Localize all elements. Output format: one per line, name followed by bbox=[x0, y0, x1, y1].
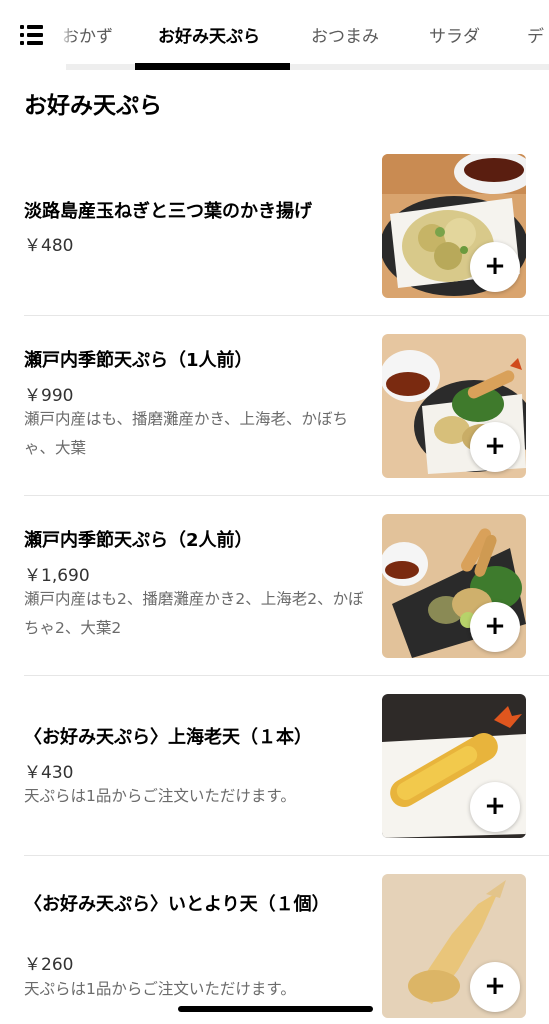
tab-okonomi-tempura[interactable]: お好み天ぷら bbox=[158, 22, 260, 47]
menu-item-kakiage[interactable]: 淡路島産玉ねぎと三つ葉のかき揚げ ￥480 + bbox=[0, 136, 549, 316]
item-name: 〈お好み天ぷら〉いとより天（１個） bbox=[24, 894, 330, 915]
add-to-cart-button[interactable]: + bbox=[470, 422, 520, 472]
item-price: ￥990 bbox=[24, 386, 74, 406]
plus-icon: + bbox=[484, 431, 506, 461]
active-tab-indicator bbox=[135, 63, 290, 70]
add-to-cart-button[interactable]: + bbox=[470, 962, 520, 1012]
item-description: 天ぷらは1品からご注文いただけます。 bbox=[24, 787, 296, 805]
menu-item-seto-tempura-1[interactable]: 瀬戸内季節天ぷら（1人前） ￥990 瀬戸内産はも、播磨灘産かき、上海老、かぼち… bbox=[0, 316, 549, 496]
category-tab-bar: おかず お好み天ぷら おつまみ サラダ デ bbox=[0, 0, 549, 70]
item-name: 〈お好み天ぷら〉上海老天（１本） bbox=[24, 727, 312, 748]
section-title: お好み天ぷら bbox=[24, 93, 162, 119]
tab-fade bbox=[60, 15, 74, 55]
tab-otsumami[interactable]: おつまみ bbox=[311, 22, 379, 47]
menu-item-ebi-ten[interactable]: 〈お好み天ぷら〉上海老天（１本） ￥430 天ぷらは1品からご注文いただけます。… bbox=[0, 676, 549, 856]
item-description: 瀬戸内産はも、播磨灘産かき、上海老、かぼちゃ、大葉 bbox=[24, 410, 348, 457]
plus-icon: + bbox=[484, 611, 506, 641]
add-to-cart-button[interactable]: + bbox=[470, 602, 520, 652]
plus-icon: + bbox=[484, 251, 506, 281]
add-to-cart-button[interactable]: + bbox=[470, 242, 520, 292]
home-indicator[interactable] bbox=[178, 1006, 373, 1012]
add-to-cart-button[interactable]: + bbox=[470, 782, 520, 832]
item-price: ￥480 bbox=[24, 236, 74, 256]
tab-dessert[interactable]: デ bbox=[527, 22, 544, 47]
item-description: 天ぷらは1品からご注文いただけます。 bbox=[24, 980, 296, 998]
category-list-icon[interactable] bbox=[20, 24, 46, 46]
item-name: 瀬戸内季節天ぷら（2人前） bbox=[24, 530, 253, 551]
item-price: ￥1,690 bbox=[24, 566, 90, 586]
menu-item-seto-tempura-2[interactable]: 瀬戸内季節天ぷら（2人前） ￥1,690 瀬戸内産はも2、播磨灘産かき2、上海老… bbox=[0, 496, 549, 676]
item-price: ￥430 bbox=[24, 763, 74, 783]
item-name: 瀬戸内季節天ぷら（1人前） bbox=[24, 350, 253, 371]
item-name: 淡路島産玉ねぎと三つ葉のかき揚げ bbox=[24, 201, 312, 222]
plus-icon: + bbox=[484, 791, 506, 821]
menu-item-itoyori-ten[interactable]: 〈お好み天ぷら〉いとより天（１個） ￥260 天ぷらは1品からご注文いただけます… bbox=[0, 856, 549, 1024]
item-price: ￥260 bbox=[24, 955, 74, 975]
plus-icon: + bbox=[484, 971, 506, 1001]
item-description: 瀬戸内産はも2、播磨灘産かき2、上海老2、かぼちゃ2、大葉2 bbox=[24, 590, 364, 637]
tab-salad[interactable]: サラダ bbox=[429, 22, 480, 47]
